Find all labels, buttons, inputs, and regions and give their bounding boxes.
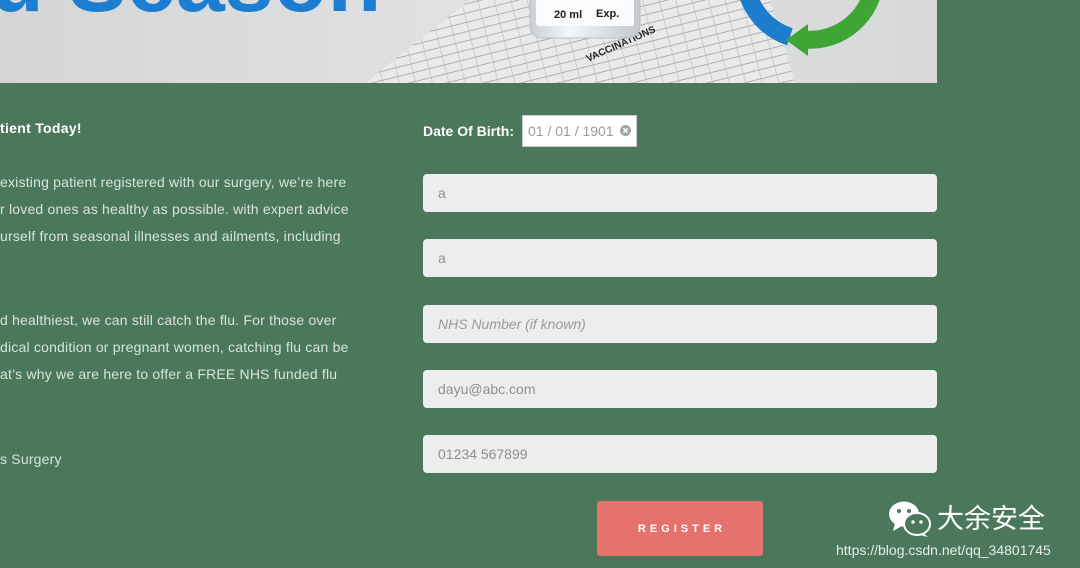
header-banner: VACCINATIONS 20 ml Exp. u Season [0,0,937,83]
watermark-url: https://blog.csdn.net/qq_34801745 [836,542,1051,558]
signoff-text: s Surgery [0,451,62,467]
vial-volume: 20 ml [554,9,582,21]
first-name-field[interactable] [423,174,937,212]
banner-heading: u Season [0,0,381,30]
phone-field[interactable] [423,435,937,473]
flu-info-paragraph: d healthiest, we can still catch the flu… [0,307,349,388]
intro-paragraph-line: existing patient registered with our sur… [0,174,347,190]
intro-heading: tient Today! [0,120,82,136]
flu-info-line: at’s why we are here to offer a FREE NHS… [0,366,338,382]
vaccine-vial-image: 20 ml Exp. [529,0,641,39]
email-field[interactable] [423,370,937,408]
intro-paragraph: existing patient registered with our sur… [0,169,349,250]
last-name-field[interactable] [423,239,937,277]
clear-icon[interactable] [620,125,631,136]
nhs-number-field[interactable] [423,305,937,343]
date-of-birth-value[interactable]: 01 / 01 / 1901 [528,123,614,139]
intro-paragraph-line: r loved ones as healthy as possible. wit… [0,201,349,217]
page: VACCINATIONS 20 ml Exp. u Season tient T… [0,0,1080,568]
vial-expiry: Exp. [596,8,619,20]
intro-paragraph-line: urself from seasonal illnesses and ailme… [0,228,341,244]
flu-info-line: dical condition or pregnant women, catch… [0,339,349,355]
wechat-icon [889,501,931,537]
date-of-birth-input[interactable]: 01 / 01 / 1901 [522,115,637,147]
flu-info-line: d healthiest, we can still catch the flu… [0,312,337,328]
date-of-birth-label: Date Of Birth: [423,123,514,139]
watermark-brand: 大余安全 [937,504,1045,534]
register-button[interactable]: REGISTER [597,501,763,556]
